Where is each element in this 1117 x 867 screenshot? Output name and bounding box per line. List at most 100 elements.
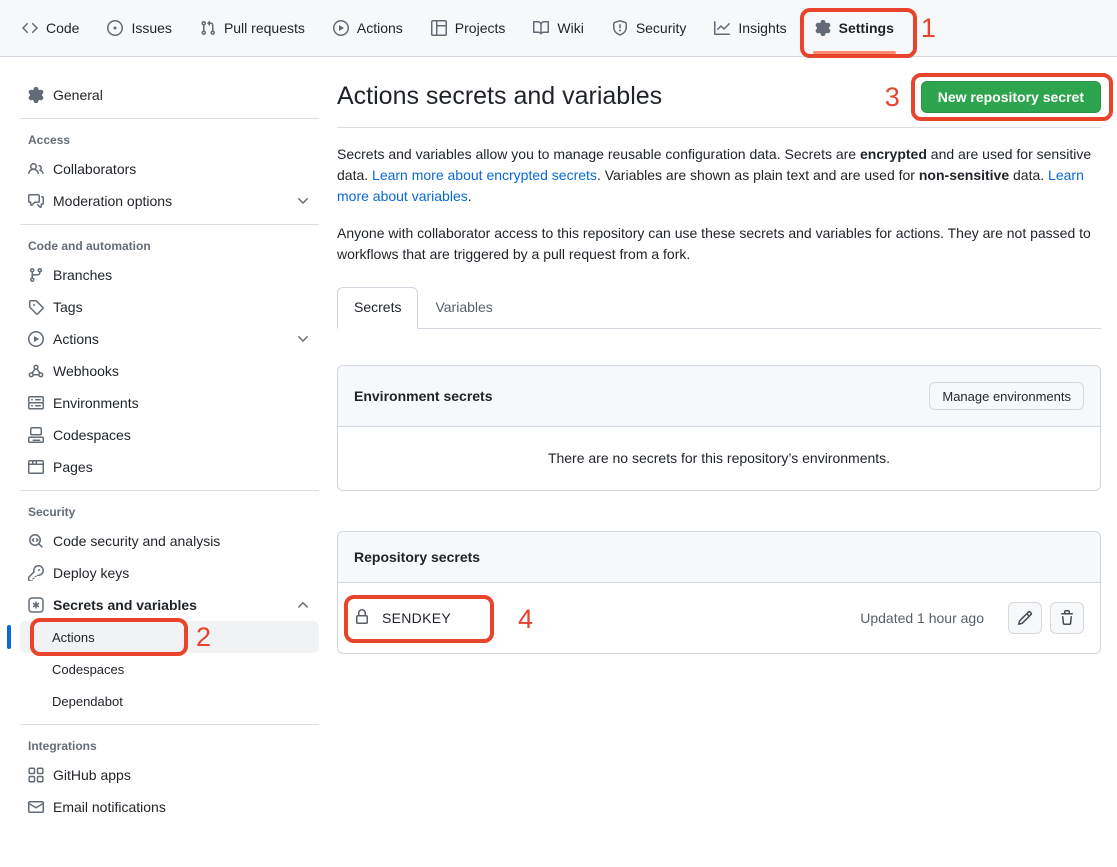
tab-code[interactable]: Code <box>14 12 87 44</box>
active-tab-underline <box>813 51 896 54</box>
sidebar-item-label: Webhooks <box>53 363 119 379</box>
sidebar-section-integrations: Integrations <box>20 732 319 759</box>
link-encrypted-secrets[interactable]: Learn more about encrypted secrets <box>372 167 597 183</box>
sidebar-divider <box>20 724 319 725</box>
environment-secrets-title: Environment secrets <box>354 388 493 404</box>
play-icon <box>333 20 349 36</box>
sidebar-item-label: Codespaces <box>53 427 131 443</box>
intro-bold-encrypted: encrypted <box>860 146 927 162</box>
sidebar-subitem-codespaces[interactable]: Codespaces <box>20 653 319 685</box>
tab-pull-requests[interactable]: Pull requests <box>192 12 313 44</box>
sidebar-item-github-apps[interactable]: GitHub apps <box>20 759 319 791</box>
new-repository-secret-button[interactable]: New repository secret <box>921 81 1101 113</box>
tab-wiki[interactable]: Wiki <box>525 12 591 44</box>
people-icon <box>28 161 44 177</box>
sidebar-item-environments[interactable]: Environments <box>20 387 319 419</box>
sidebar-item-label: Code security and analysis <box>53 533 220 549</box>
sidebar-item-label: Collaborators <box>53 161 136 177</box>
tab-insights[interactable]: Insights <box>706 12 794 44</box>
nav-label: Actions <box>357 20 403 36</box>
codespaces-icon <box>28 427 44 443</box>
nav-label: Pull requests <box>224 20 305 36</box>
webhook-icon <box>28 363 44 379</box>
chevron-down-icon <box>295 331 311 347</box>
sidebar-item-pages[interactable]: Pages <box>20 451 319 483</box>
play-icon <box>28 331 44 347</box>
secret-updated-timestamp: Updated 1 hour ago <box>860 610 984 626</box>
annotation-number-4: 4 <box>518 604 533 634</box>
sidebar-item-label: GitHub apps <box>53 767 131 783</box>
repository-secrets-box: Repository secrets SENDKEY 4 Updated 1 h… <box>337 531 1101 654</box>
sidebar-item-codespaces[interactable]: Codespaces <box>20 419 319 451</box>
sidebar-item-label: Pages <box>53 459 93 475</box>
active-item-accent-bar <box>7 625 11 649</box>
tab-settings[interactable]: Settings 1 <box>807 12 902 44</box>
sidebar-item-label: Secrets and variables <box>53 597 197 613</box>
sidebar-item-deploy-keys[interactable]: Deploy keys <box>20 557 319 589</box>
sidebar-item-label: Codespaces <box>52 662 124 677</box>
sidebar-divider <box>20 490 319 491</box>
issue-opened-icon <box>107 20 123 36</box>
nav-label: Wiki <box>557 20 583 36</box>
sidebar-item-label: Deploy keys <box>53 565 129 581</box>
sidebar-item-secrets-and-variables[interactable]: Secrets and variables <box>20 589 319 621</box>
intro-text: Secrets and variables allow you to manag… <box>337 144 1101 265</box>
tab-secrets[interactable]: Secrets <box>337 287 418 329</box>
tab-variables[interactable]: Variables <box>418 287 509 328</box>
nav-label: Settings <box>839 20 894 36</box>
intro-paragraph-1: Secrets and variables allow you to manag… <box>337 144 1101 207</box>
tab-actions[interactable]: Actions <box>325 12 411 44</box>
apps-icon <box>28 767 44 783</box>
tab-security[interactable]: Security <box>604 12 695 44</box>
sidebar-item-email-notifications[interactable]: Email notifications <box>20 791 319 823</box>
git-branch-icon <box>28 267 44 283</box>
sidebar-item-label: Environments <box>53 395 139 411</box>
intro-text-segment: data. <box>1009 167 1048 183</box>
graph-icon <box>714 20 730 36</box>
repo-nav: Code Issues Pull requests Actions Projec… <box>0 0 1117 57</box>
server-icon <box>28 395 44 411</box>
sidebar-divider <box>20 224 319 225</box>
edit-secret-button[interactable] <box>1008 602 1042 634</box>
git-pull-request-icon <box>200 20 216 36</box>
sidebar-subitem-actions[interactable]: Actions 2 <box>20 621 319 653</box>
chevron-down-icon <box>295 193 311 209</box>
annotation-number-2: 2 <box>196 622 211 652</box>
sidebar-item-tags[interactable]: Tags <box>20 291 319 323</box>
sidebar-item-branches[interactable]: Branches <box>20 259 319 291</box>
sidebar-item-label: Moderation options <box>53 193 172 209</box>
intro-text-segment: . <box>468 188 472 204</box>
tag-icon <box>28 299 44 315</box>
sidebar-item-label: Actions <box>53 331 99 347</box>
github-repo-settings-page: Code Issues Pull requests Actions Projec… <box>0 0 1117 843</box>
pencil-icon <box>1017 610 1033 626</box>
sidebar-item-webhooks[interactable]: Webhooks <box>20 355 319 387</box>
environment-secrets-box: Environment secrets Manage environments … <box>337 365 1101 491</box>
annotation-number-1: 1 <box>921 13 936 43</box>
tab-issues[interactable]: Issues <box>99 12 179 44</box>
project-icon <box>431 20 447 36</box>
sidebar-item-actions[interactable]: Actions <box>20 323 319 355</box>
nav-label: Security <box>636 20 687 36</box>
sidebar-subitem-dependabot[interactable]: Dependabot <box>20 685 319 717</box>
annotation-number-3: 3 <box>885 82 900 112</box>
secret-name: SENDKEY <box>382 610 451 626</box>
sidebar-item-code-security[interactable]: Code security and analysis <box>20 525 319 557</box>
sidebar-section-code-automation: Code and automation <box>20 232 319 259</box>
sidebar-item-moderation-options[interactable]: Moderation options <box>20 185 319 217</box>
sidebar-item-label: Email notifications <box>53 799 166 815</box>
lock-icon <box>354 609 370 628</box>
nav-label: Projects <box>455 20 506 36</box>
intro-paragraph-2: Anyone with collaborator access to this … <box>337 223 1101 265</box>
sidebar-item-collaborators[interactable]: Collaborators <box>20 153 319 185</box>
gear-icon <box>28 87 44 103</box>
manage-environments-button[interactable]: Manage environments <box>929 382 1084 410</box>
key-asterisk-icon <box>28 597 44 613</box>
sidebar-item-general[interactable]: General <box>20 79 319 111</box>
nav-label: Issues <box>131 20 171 36</box>
delete-secret-button[interactable] <box>1050 602 1084 634</box>
mail-icon <box>28 799 44 815</box>
sidebar-divider <box>20 118 319 119</box>
tab-projects[interactable]: Projects <box>423 12 514 44</box>
code-icon <box>22 20 38 36</box>
